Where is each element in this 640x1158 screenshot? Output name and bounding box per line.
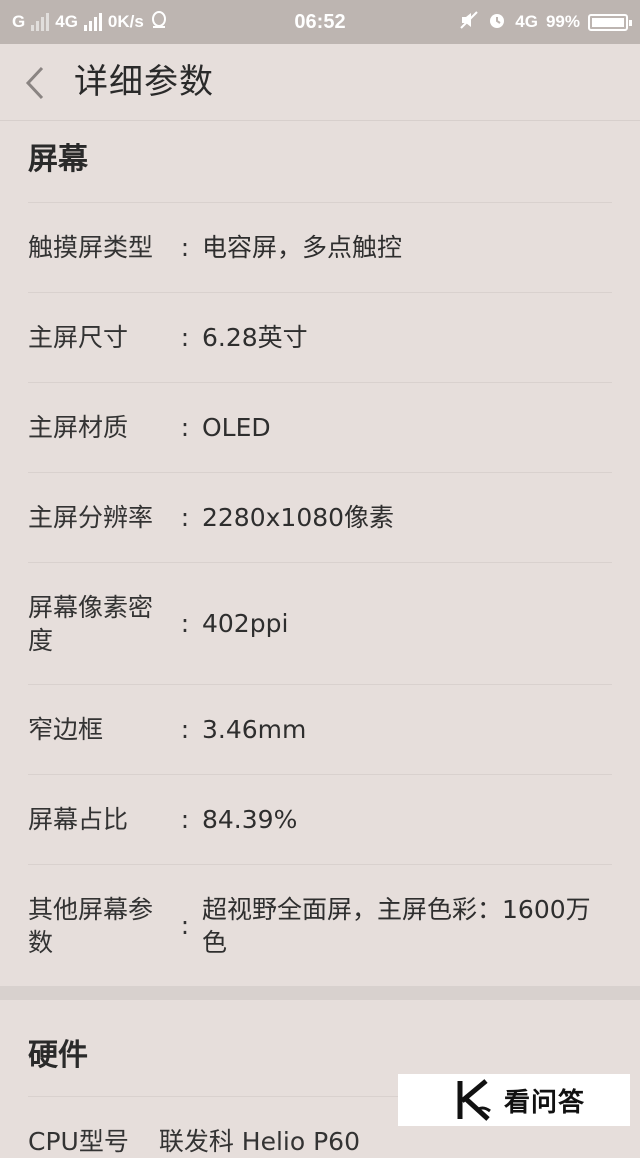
spec-colon: :: [180, 233, 190, 262]
spec-value: 2280x1080像素: [202, 503, 395, 532]
back-button[interactable]: [22, 66, 52, 100]
spec-row-bezel: 窄边框 : 3.46mm: [28, 684, 612, 774]
battery-icon: [588, 13, 632, 31]
section-divider: [0, 986, 640, 1000]
spec-value: OLED: [202, 413, 271, 442]
watermark-badge: 看问答: [398, 1074, 630, 1126]
page-title: 详细参数: [74, 62, 214, 102]
spec-row-touch-type: 触摸屏类型 : 电容屏，多点触控: [28, 202, 612, 292]
alarm-icon: [487, 10, 507, 35]
spec-value: 超视野全面屏，主屏色彩：1600万色: [202, 894, 591, 957]
spec-colon: :: [180, 805, 190, 834]
spec-row-pixel-density: 屏幕像素密度 : 402ppi: [28, 562, 612, 684]
app-header: 详细参数: [0, 44, 640, 121]
spec-label: 触摸屏类型: [28, 233, 154, 262]
network-type: 4G: [515, 12, 538, 31]
spec-colon: :: [180, 911, 190, 940]
section-title-screen: 屏幕: [28, 142, 88, 177]
watermark-text: 看问答: [504, 1087, 586, 1118]
spec-value: 402ppi: [202, 609, 289, 638]
mute-icon: [459, 10, 479, 35]
spec-colon: :: [180, 413, 190, 442]
spec-label: CPU型号: [28, 1127, 129, 1156]
spec-row-other-screen: 其他屏幕参数 : 超视野全面屏，主屏色彩：1600万色: [28, 864, 612, 986]
spec-row-screen-size: 主屏尺寸 : 6.28英寸: [28, 292, 612, 382]
battery-percent: 99%: [545, 12, 580, 31]
spec-value: 联发科 Helio P60: [158, 1127, 360, 1156]
spec-label: 屏幕占比: [28, 805, 129, 834]
spec-label: 其他屏幕参数: [28, 894, 154, 957]
spec-value: 6.28英寸: [202, 323, 308, 352]
spec-value: 3.46mm: [202, 715, 307, 744]
section-title-hardware: 硬件: [28, 1038, 88, 1073]
kanwenda-logo-icon: [457, 1079, 491, 1121]
spec-row-screen-material: 主屏材质 : OLED: [28, 382, 612, 472]
spec-label: 屏幕像素密度: [28, 592, 154, 655]
spec-colon: :: [180, 715, 190, 744]
spec-colon: :: [180, 609, 190, 638]
spec-colon: :: [180, 323, 190, 352]
spec-label: 窄边框: [28, 715, 104, 744]
spec-colon: :: [180, 503, 190, 532]
spec-value: 84.39%: [202, 805, 298, 834]
spec-row-cpu: CPU型号 联发科 Helio P60: [28, 1122, 360, 1158]
spec-label: 主屏分辨率: [28, 503, 154, 532]
status-bar: G 4G 0K/s 06:52 4G 99%: [0, 0, 640, 44]
spec-row-screen-ratio: 屏幕占比 : 84.39%: [28, 774, 612, 864]
spec-label: 主屏材质: [28, 413, 129, 442]
screen-spec-list: 触摸屏类型 : 电容屏，多点触控 主屏尺寸 : 6.28英寸 主屏材质 : OL…: [28, 202, 612, 986]
spec-label: 主屏尺寸: [28, 323, 129, 352]
status-right: 4G 99%: [459, 0, 632, 44]
chevron-left-icon: [25, 66, 44, 100]
spec-row-resolution: 主屏分辨率 : 2280x1080像素: [28, 472, 612, 562]
spec-value: 电容屏，多点触控: [202, 233, 403, 262]
